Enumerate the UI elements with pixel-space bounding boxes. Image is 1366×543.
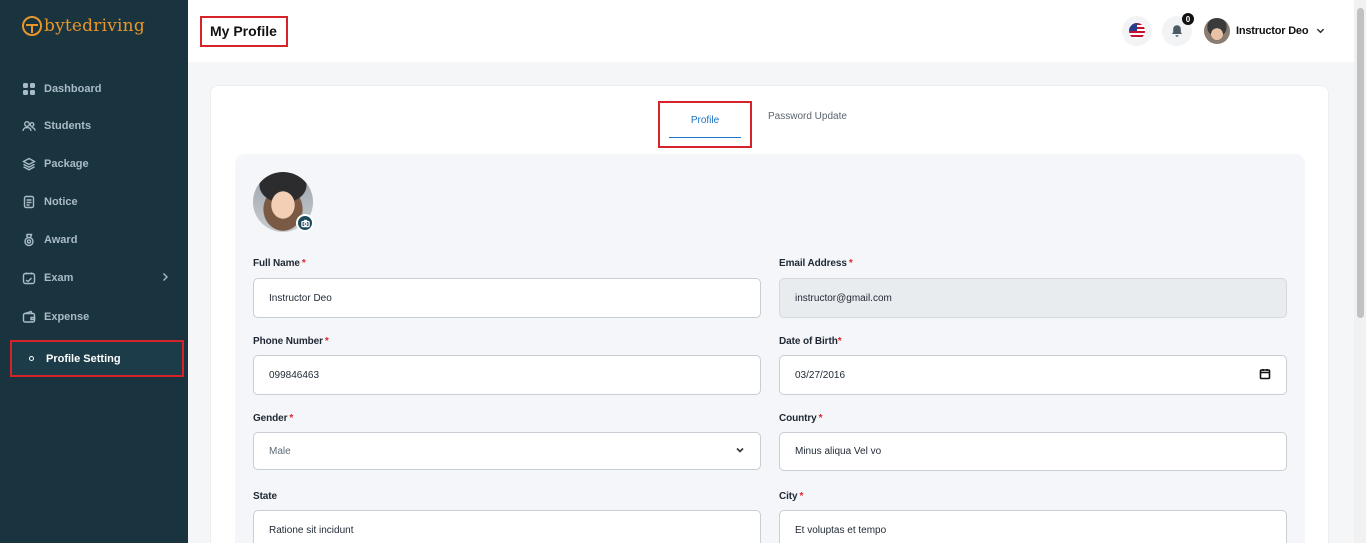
brand-logo[interactable]: bytedriving [22,16,145,36]
document-icon [22,195,36,209]
chevron-down-icon [735,445,745,458]
top-header: My Profile 0 Instructor Deo [188,0,1354,62]
sidebar-item-notice[interactable]: Notice [10,185,184,219]
sidebar-item-expense[interactable]: Expense [10,300,184,334]
exam-icon [22,271,36,285]
city-label: City * [779,491,804,502]
sidebar-item-label: Exam [44,272,74,284]
sidebar-item-label: Award [44,234,78,246]
layers-icon [22,157,36,171]
award-icon [22,233,36,247]
state-label: State [253,491,277,502]
scrollbar-thumb[interactable] [1357,8,1364,318]
phone-label: Phone Number * [253,336,329,347]
camera-icon[interactable] [296,214,314,232]
page-scrollbar[interactable] [1354,0,1366,543]
full-name-input[interactable]: Instructor Deo [253,278,761,318]
email-label: Email Address * [779,258,853,269]
profile-card: Profile Password Update Full Name * Instr… [210,85,1329,543]
users-icon [22,119,36,133]
sidebar-item-dashboard[interactable]: Dashboard [10,72,184,106]
sidebar-item-profile-setting[interactable]: Profile Setting [10,340,184,377]
country-input[interactable]: Minus aliqua Vel vo [779,432,1287,471]
sidebar-item-label: Profile Setting [46,352,121,365]
dob-label: Date of Birth* [779,336,842,347]
country-label: Country * [779,413,823,424]
us-flag-icon [1129,23,1145,39]
language-button[interactable] [1122,16,1152,46]
email-input[interactable]: instructor@gmail.com [779,278,1287,318]
full-name-label: Full Name * [253,258,306,269]
chevron-down-icon [1316,22,1325,40]
active-tab-indicator [669,137,741,138]
dob-input[interactable]: 03/27/2016 [779,355,1287,395]
sidebar-item-label: Dashboard [44,83,102,95]
sidebar-item-award[interactable]: Award [10,223,184,257]
avatar [1204,18,1230,44]
user-menu[interactable]: Instructor Deo [1204,18,1325,44]
sidebar-item-exam[interactable]: Exam [10,261,184,295]
calendar-icon[interactable] [1259,368,1271,383]
dot-icon [29,356,34,361]
sidebar-item-students[interactable]: Students [10,109,184,143]
page-title: My Profile [200,16,288,47]
profile-form: Full Name * Instructor Deo Email Address *… [235,154,1305,543]
gender-select[interactable]: Male [253,432,761,470]
sidebar-item-label: Expense [44,311,90,323]
user-name: Instructor Deo [1236,25,1309,37]
brand-name: bytedriving [44,16,145,36]
sidebar-item-label: Notice [44,196,78,208]
sidebar: bytedriving Dashboard Students Package N… [0,0,188,543]
tab-password-update[interactable]: Password Update [768,111,847,122]
state-input[interactable]: Ratione sit incidunt [253,510,761,543]
gender-label: Gender * [253,413,294,424]
tab-profile[interactable]: Profile [658,101,752,148]
chevron-right-icon [160,272,170,285]
tab-profile-label: Profile [690,115,720,126]
steering-wheel-icon [22,16,42,36]
phone-input[interactable]: 099846463 [253,355,761,395]
sidebar-item-package[interactable]: Package [10,147,184,181]
sidebar-item-label: Package [44,158,89,170]
sidebar-item-label: Students [44,120,92,132]
wallet-icon [22,310,36,324]
bell-icon [1172,25,1182,37]
city-input[interactable]: Et voluptas et tempo [779,510,1287,543]
notification-button[interactable]: 0 [1162,13,1194,46]
grid-icon [22,82,36,96]
notification-count-badge: 0 [1182,13,1194,25]
